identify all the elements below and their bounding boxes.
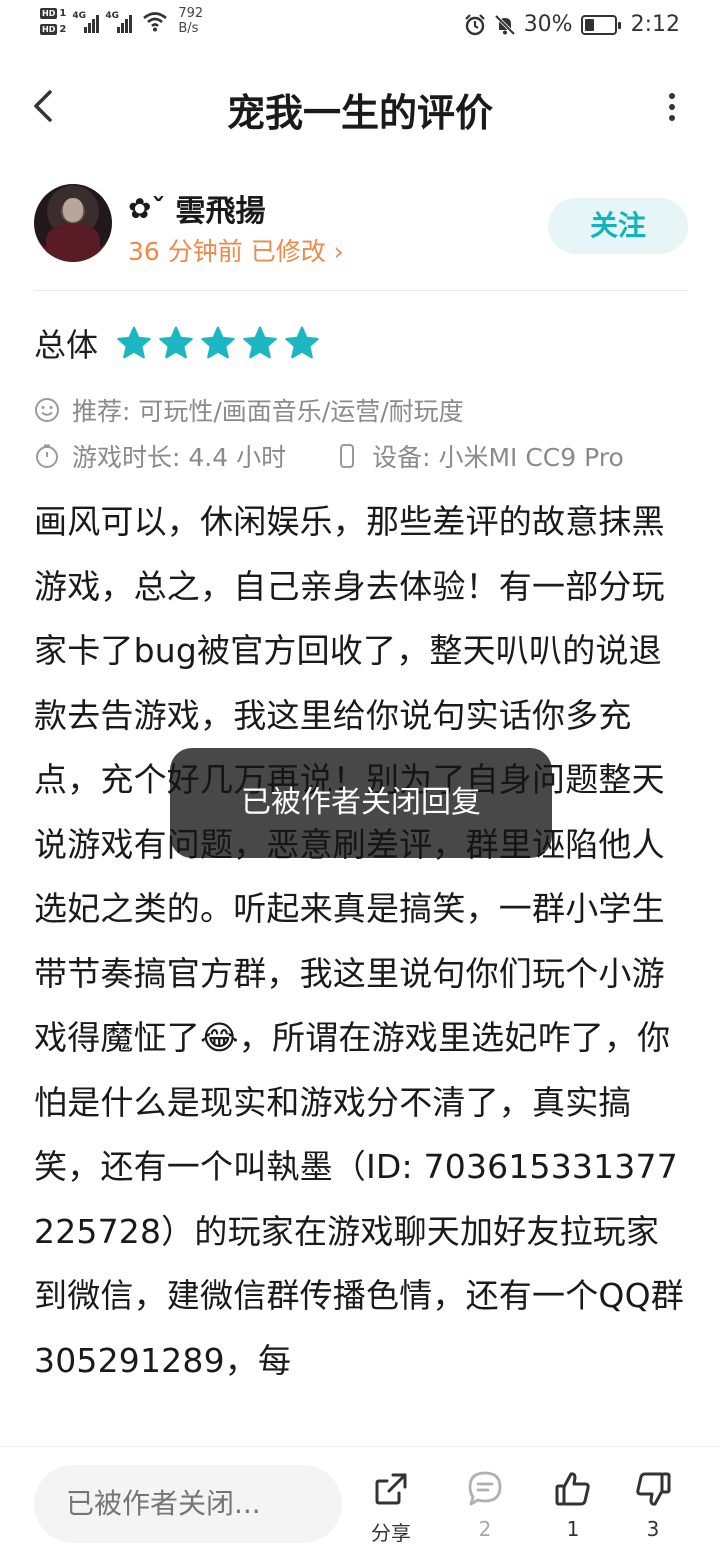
avatar-body — [46, 224, 100, 262]
share-label: 分享 — [371, 1521, 411, 1545]
signal-1-icon: 4G — [72, 9, 100, 33]
playtime-text: 游戏时长: 4.4 小时 — [72, 443, 287, 472]
smiley-icon — [35, 398, 59, 422]
network-speed-value: 792 — [178, 6, 204, 21]
phone-icon — [340, 444, 355, 468]
header: 宠我一生的评价 — [0, 60, 720, 152]
signal-2-label: 4G — [105, 11, 119, 21]
dislike-button[interactable]: 3 — [618, 1469, 688, 1541]
comment-button[interactable]: 2 — [450, 1469, 520, 1541]
author-name[interactable]: ✿ˇ 雲飛揚 — [128, 186, 265, 230]
author-row: ✿ˇ 雲飛揚 36 分钟前 已修改 › 关注 — [34, 184, 688, 268]
hd1-number: 1 — [59, 7, 67, 19]
recommend-row: 推荐: 可玩性/画面音乐/运营/耐玩度 — [34, 392, 464, 428]
edit-history-link[interactable]: 36 分钟前 已修改 › — [128, 232, 344, 268]
like-button[interactable]: 1 — [538, 1469, 608, 1541]
network-speed-unit: B/s — [178, 21, 199, 36]
divider — [34, 290, 688, 291]
device-text: 设备: 小米MI CC9 Pro — [372, 443, 624, 472]
overall-rating: 总体 — [34, 320, 326, 366]
author-name-text: 雲飛揚 — [175, 194, 266, 229]
review-text-part2: ，所谓在游戏里选妃咋了，你怕是什么是现实和游戏分不清了，真实搞笑，还有一个叫執墨… — [34, 1018, 684, 1380]
review-text: 画风可以，休闲娱乐，那些差评的故意抹黑游戏，总之，自己亲身去体验！有一部分玩家卡… — [34, 490, 688, 1393]
share-icon — [375, 1473, 407, 1505]
star-icon — [285, 326, 319, 359]
reply-input[interactable] — [34, 1465, 342, 1543]
rating-label: 总体 — [34, 326, 99, 364]
status-bar: HD 1 HD 2 4G 4G 792 B/s 30% 2:12 — [0, 0, 720, 52]
battery-icon — [580, 14, 621, 35]
comment-count: 2 — [478, 1517, 492, 1541]
thumbs-down-icon — [636, 1472, 671, 1506]
bottom-action-bar: 分享 2 1 3 — [0, 1446, 720, 1560]
wifi-icon — [143, 12, 168, 32]
dislike-count: 3 — [646, 1517, 660, 1541]
battery-percent: 30% — [523, 12, 573, 37]
clock-time: 2:12 — [630, 12, 680, 37]
more-options-icon[interactable] — [662, 88, 682, 128]
status-left: HD 1 HD 2 4G 4G 792 B/s — [40, 6, 203, 36]
signal-2-icon: 4G — [105, 9, 133, 33]
star-icon — [117, 326, 151, 359]
hd2-badge: HD — [40, 23, 58, 35]
reply-closed-toast: 已被作者关闭回复 — [170, 748, 552, 858]
hd-indicators: HD 1 HD 2 — [40, 6, 66, 36]
star-icon — [201, 326, 235, 359]
timer-icon — [36, 444, 58, 468]
meta-row: 游戏时长: 4.4 小时 设备: 小米MI CC9 Pro — [34, 438, 624, 474]
star-icon — [159, 326, 193, 359]
follow-button[interactable]: 关注 — [548, 198, 688, 254]
signal-1-label: 4G — [72, 11, 86, 21]
avatar[interactable] — [34, 184, 112, 262]
network-speed: 792 B/s — [178, 6, 203, 36]
alarm-icon — [464, 13, 485, 35]
mute-bell-icon — [494, 14, 515, 35]
status-right: 30% 2:12 — [464, 12, 680, 37]
thumbs-up-icon — [555, 1472, 590, 1506]
hd2-number: 2 — [59, 23, 67, 35]
share-button[interactable]: 分享 — [356, 1469, 426, 1546]
author-name-prefix: ✿ˇ — [128, 191, 166, 225]
avatar-face — [63, 198, 83, 222]
rating-stars — [116, 325, 326, 361]
star-icon — [243, 326, 277, 359]
page-title: 宠我一生的评价 — [226, 91, 493, 135]
like-count: 1 — [566, 1517, 580, 1541]
hd1-badge: HD — [40, 7, 58, 19]
comment-icon — [468, 1471, 502, 1506]
recommend-text: 推荐: 可玩性/画面音乐/运营/耐玩度 — [72, 397, 464, 426]
laughing-emoji: 😂 — [200, 1018, 239, 1057]
